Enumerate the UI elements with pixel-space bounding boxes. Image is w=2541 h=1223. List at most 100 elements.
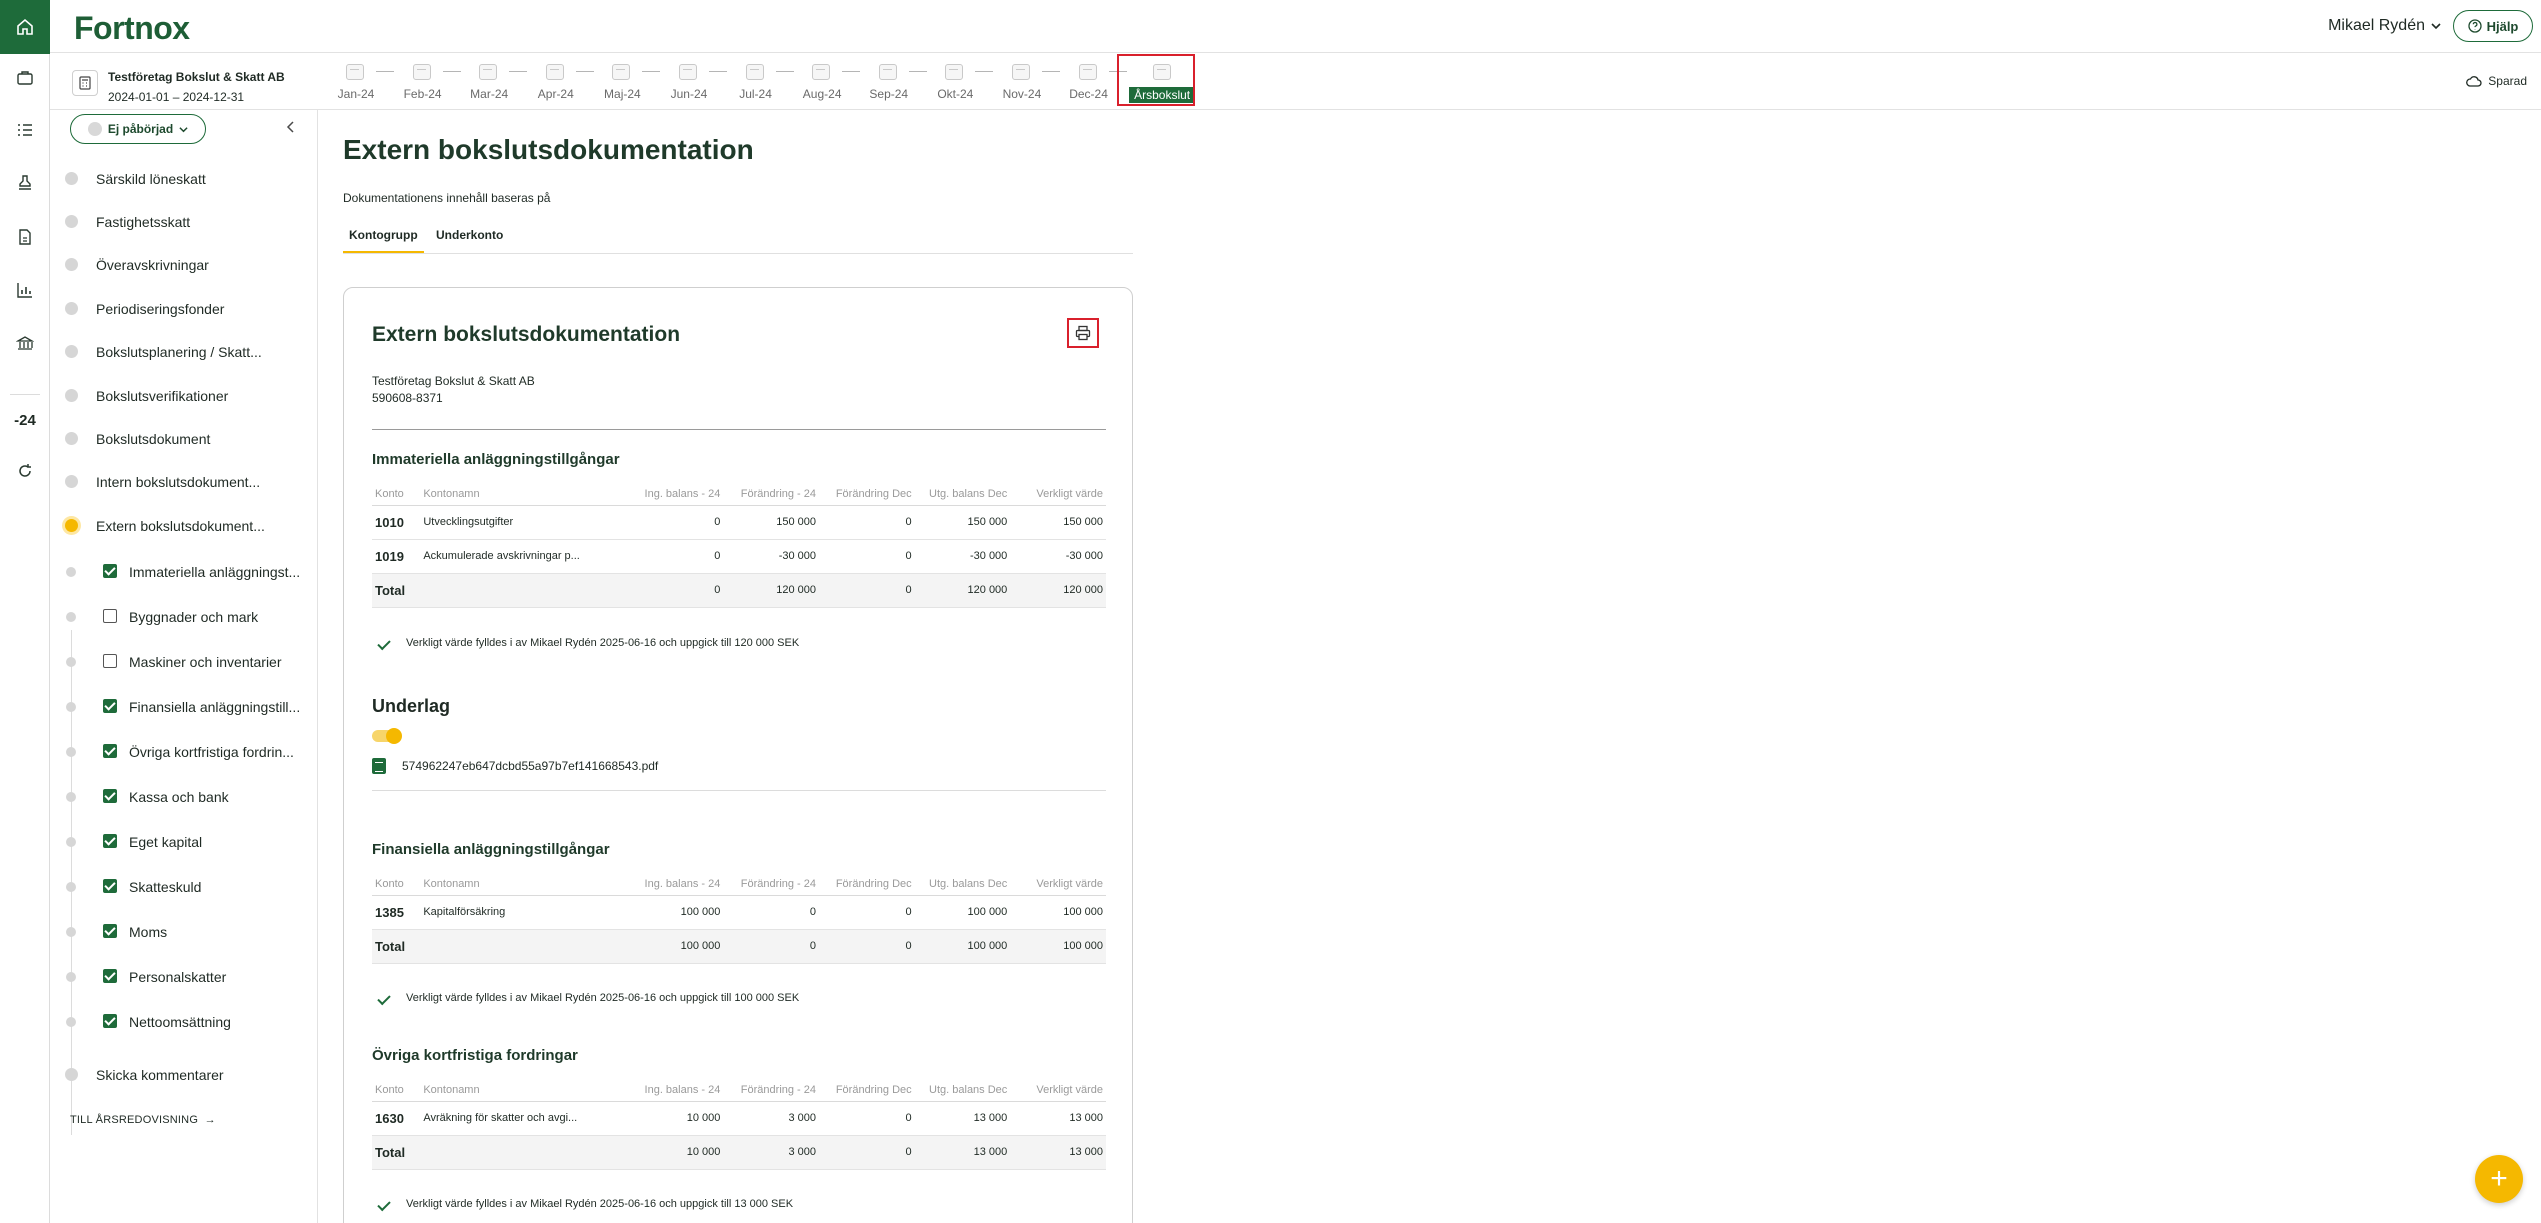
table-row: 1385 Kapitalförsäkring 100 000 0 0 100 000 100…: [372, 895, 1106, 930]
status-dropdown[interactable]: Ej påbörjad: [70, 114, 206, 144]
sidebar-subitem[interactable]: Finansiella anläggningstill...: [50, 694, 318, 720]
table-cell: 0: [819, 895, 915, 930]
table-cell: -30 000: [914, 539, 1011, 574]
lock-icon: [346, 64, 364, 80]
period-label: Apr-24: [537, 87, 574, 101]
sidebar-item[interactable]: Överavskrivningar: [50, 252, 318, 278]
lock-icon: [678, 64, 697, 80]
table-cell: 100 000: [1010, 929, 1106, 964]
briefcase-icon[interactable]: [0, 58, 50, 98]
period-month[interactable]: Nov-24: [1000, 60, 1067, 106]
period-month[interactable]: Sep-24: [867, 60, 934, 106]
home-icon[interactable]: [0, 0, 50, 54]
checkbox[interactable]: [103, 744, 117, 758]
org-number: 590608-8371: [372, 391, 443, 405]
period-month[interactable]: Maj-24: [600, 60, 667, 106]
period-label: Aug-24: [802, 87, 842, 101]
bank-icon[interactable]: [0, 323, 50, 363]
period-month[interactable]: Aug-24: [800, 60, 867, 106]
table-cell: 100 000: [1010, 895, 1106, 930]
period-month[interactable]: Okt-24: [933, 60, 1000, 106]
sidebar-subitem[interactable]: Immateriella anläggningst...: [50, 559, 318, 585]
period-month[interactable]: Jan-24: [334, 60, 401, 106]
sidebar-subitem[interactable]: Moms: [50, 919, 318, 945]
stamp-icon[interactable]: [0, 163, 50, 203]
refresh-icon[interactable]: [0, 451, 50, 491]
checklist-icon[interactable]: [0, 110, 50, 150]
year-badge[interactable]: -24: [0, 400, 50, 440]
checkbox[interactable]: [103, 564, 117, 578]
checkbox[interactable]: [103, 654, 117, 668]
checkbox[interactable]: [103, 879, 117, 893]
sidebar-item-label: Fastighetsskatt: [96, 214, 191, 230]
table-cell: 0: [627, 539, 724, 574]
sidebar-subitem-label: Skatteskuld: [129, 879, 202, 895]
checkbox[interactable]: [103, 1014, 117, 1028]
to-annual-report-label: TILL ÅRSREDOVISNING: [70, 1114, 199, 1126]
sidebar-subitem[interactable]: Maskiner och inventarier: [50, 649, 318, 675]
collapse-sidebar-icon[interactable]: [286, 120, 296, 138]
table-cell: [420, 1135, 628, 1170]
top-header: Fortnox Mikael Rydén Hjälp: [50, 0, 2541, 53]
sidebar-subitem[interactable]: Eget kapital: [50, 829, 318, 855]
based-on-label: Dokumentationens innehåll baseras på: [343, 191, 551, 205]
question-icon: [2467, 19, 2482, 33]
underlag-toggle[interactable]: [372, 728, 402, 744]
verified-note: Verkligt värde fylldes i av Mikael Rydén…: [372, 1197, 793, 1211]
sidebar-subitem[interactable]: Skatteskuld: [50, 874, 318, 900]
sidebar-item-label: Bokslutsplanering / Skatt...: [96, 344, 262, 360]
checkbox[interactable]: [103, 969, 117, 983]
company-info[interactable]: Testföretag Bokslut & Skatt AB 2024-01-0…: [72, 62, 285, 104]
save-status: Sparad: [2466, 74, 2527, 88]
column-header: Verkligt värde: [1010, 873, 1106, 896]
checkbox[interactable]: [103, 924, 117, 938]
period-month[interactable]: Jul-24: [734, 60, 801, 106]
sidebar-subitem[interactable]: Personalskatter: [50, 964, 318, 990]
sidebar-item-send-comments[interactable]: Skicka kommentarer: [50, 1062, 318, 1088]
sidebar-subitem[interactable]: Kassa och bank: [50, 784, 318, 810]
sidebar-item[interactable]: Bokslutsdokument: [50, 426, 318, 452]
print-button[interactable]: [1067, 318, 1099, 348]
add-fab-button[interactable]: +: [2475, 1155, 2523, 1203]
sidebar-item[interactable]: Fastighetsskatt: [50, 209, 318, 235]
checkbox[interactable]: [103, 834, 117, 848]
period-month[interactable]: Mar-24: [467, 60, 534, 106]
sidebar-item[interactable]: Periodiseringsfonder: [50, 296, 318, 322]
checkbox[interactable]: [103, 609, 117, 623]
step-dot-icon: [66, 972, 76, 982]
fortnox-logo[interactable]: Fortnox: [74, 10, 190, 47]
chart-icon[interactable]: [0, 270, 50, 310]
to-annual-report-link[interactable]: TILL ÅRSREDOVISNING →: [70, 1114, 216, 1126]
column-header: Konto: [372, 873, 421, 896]
user-menu[interactable]: Mikael Rydén: [2328, 17, 2441, 35]
tab-kontogrupp[interactable]: Kontogrupp: [343, 228, 424, 253]
sidebar-item[interactable]: Bokslutsplanering / Skatt...: [50, 339, 318, 365]
attachment-file[interactable]: 574962247eb647dcbd55a97b7ef141668543.pdf: [372, 758, 658, 774]
sidebar-item[interactable]: Extern bokslutsdokument...: [50, 513, 318, 539]
checkbox[interactable]: [103, 789, 117, 803]
sidebar-item[interactable]: Bokslutsverifikationer: [50, 383, 318, 409]
period-label: Nov-24: [1002, 87, 1042, 101]
document-icon[interactable]: [0, 217, 50, 257]
period-month[interactable]: Feb-24: [401, 60, 468, 106]
period-month[interactable]: Apr-24: [534, 60, 601, 106]
help-button[interactable]: Hjälp: [2453, 10, 2533, 42]
table-cell: 0: [819, 1135, 915, 1170]
sidebar-subitem[interactable]: Byggnader och mark: [50, 604, 318, 630]
step-dot-icon: [65, 519, 78, 532]
sidebar-subitem-label: Eget kapital: [129, 834, 203, 850]
table-cell: -30 000: [1010, 539, 1106, 574]
sidebar-subitem[interactable]: Nettoomsättning: [50, 1009, 318, 1035]
sidebar-subitem[interactable]: Övriga kortfristiga fordrin...: [50, 739, 318, 765]
period-month[interactable]: Jun-24: [667, 60, 734, 106]
column-header: Kontonamn: [420, 483, 628, 506]
sidebar-item[interactable]: Intern bokslutsdokument...: [50, 469, 318, 495]
verified-note: Verkligt värde fylldes i av Mikael Rydén…: [372, 991, 799, 1005]
column-header: Kontonamn: [420, 873, 628, 896]
checkbox[interactable]: [103, 699, 117, 713]
tab-underkonto[interactable]: Underkonto: [430, 228, 509, 251]
account-table: Konto Kontonamn Ing. balans - 24 Förändring…: [372, 483, 1106, 608]
table-cell: 10 000: [627, 1135, 724, 1170]
sidebar-item[interactable]: Särskild löneskatt: [50, 166, 318, 192]
table-cell: 13 000: [914, 1101, 1011, 1136]
